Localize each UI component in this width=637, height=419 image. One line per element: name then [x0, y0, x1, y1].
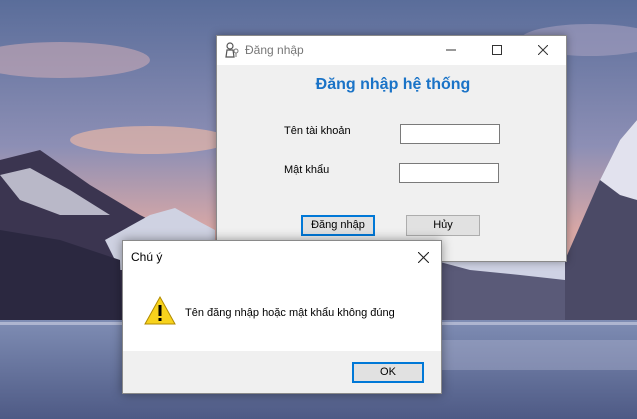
login-window: Đăng nhập Đăng nhập hệ thống Tên tài kho… [216, 35, 567, 262]
login-button[interactable]: Đăng nhập [301, 215, 375, 236]
message-text: Tên đăng nhập hoặc mật khẩu không đúng [185, 307, 395, 319]
login-titlebar[interactable]: Đăng nhập [217, 36, 566, 65]
close-icon [418, 252, 429, 263]
password-input[interactable] [399, 163, 499, 183]
login-window-title: Đăng nhập [245, 43, 304, 57]
maximize-icon [492, 45, 502, 55]
login-heading: Đăng nhập hệ thống [315, 76, 471, 93]
message-title: Chú ý [131, 250, 163, 264]
username-label: Tên tài khoản [284, 125, 351, 137]
warning-icon [144, 295, 176, 327]
message-titlebar[interactable]: Chú ý [123, 241, 441, 273]
minimize-icon [446, 49, 456, 51]
message-footer: OK [123, 351, 441, 393]
user-key-icon [224, 42, 240, 58]
close-icon [538, 45, 548, 55]
ok-button[interactable]: OK [352, 362, 424, 383]
maximize-button[interactable] [474, 36, 520, 65]
close-button[interactable] [520, 36, 566, 65]
password-label: Mật khẩu [284, 164, 330, 176]
minimize-button[interactable] [428, 36, 474, 65]
username-input[interactable] [400, 124, 500, 144]
cancel-button[interactable]: Hủy [406, 215, 480, 236]
message-close-button[interactable] [407, 241, 441, 273]
message-dialog: Chú ý Tên đăng nhập hoặc mật khẩu không … [122, 240, 442, 394]
